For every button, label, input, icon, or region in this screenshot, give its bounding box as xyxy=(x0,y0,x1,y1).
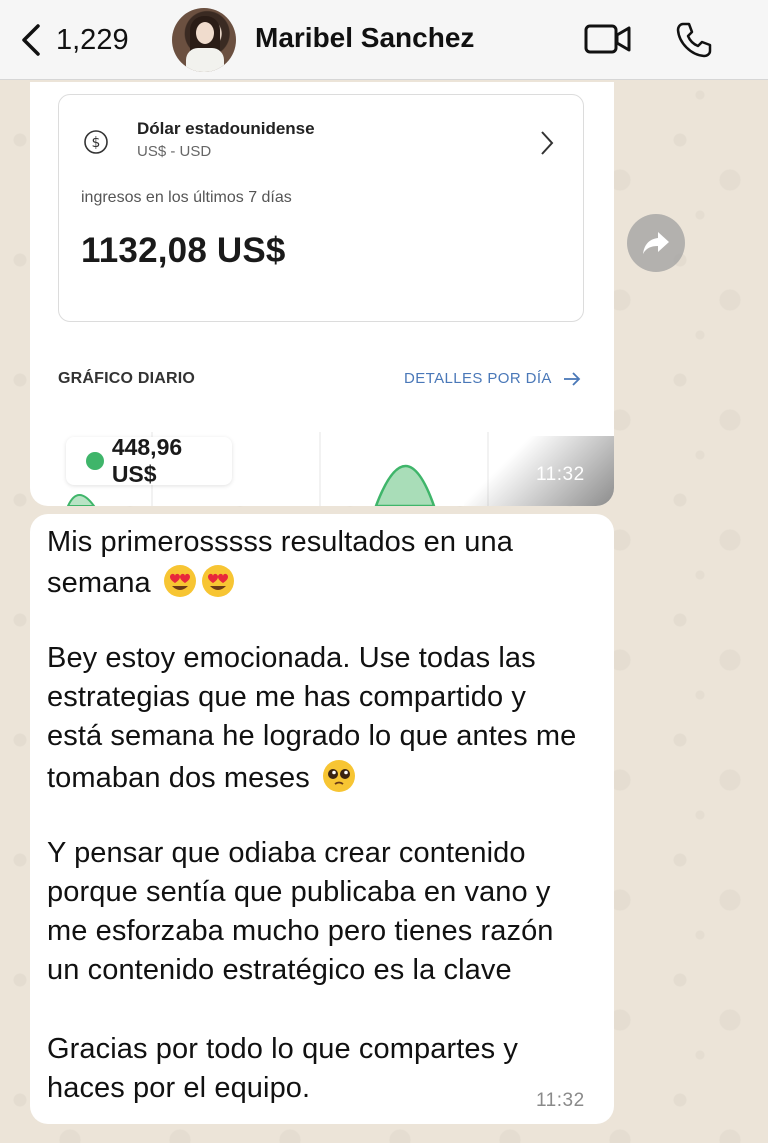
image-message[interactable]: $ Dólar estadounidense US$ - USD ingreso… xyxy=(30,82,614,506)
heart-eyes-emoji xyxy=(201,565,234,597)
tooltip-value: 448,96 US$ xyxy=(111,434,183,487)
message-line: tomaban dos meses xyxy=(47,762,310,794)
message-line: Mis primerosssss resultados en una xyxy=(47,526,513,558)
message-line-with-emoji: tomaban dos meses xyxy=(47,759,356,795)
message-line: estrategias que me has compartido y xyxy=(47,681,527,713)
avatar[interactable] xyxy=(172,8,236,72)
svg-text:$: $ xyxy=(92,135,101,151)
message-line-with-emoji: semana xyxy=(47,564,235,600)
forward-button[interactable] xyxy=(627,214,685,272)
income-value: 1132,08 US$ xyxy=(81,231,286,270)
currency-code: US$ - USD xyxy=(137,143,212,160)
details-link-label: DETALLES POR DÍA xyxy=(404,370,552,387)
income-label: ingresos en los últimos 7 días xyxy=(81,189,292,206)
chevron-left-icon xyxy=(22,24,40,56)
arrow-right-icon xyxy=(563,371,581,386)
heart-eyes-emoji xyxy=(163,565,196,597)
avatar-body xyxy=(186,48,224,72)
forward-icon xyxy=(643,232,669,254)
avatar-face xyxy=(196,22,214,44)
details-link[interactable]: DETALLES POR DÍA xyxy=(404,370,582,387)
message-line: Y pensar que odiaba crear contenido xyxy=(47,837,526,869)
currency-card: $ Dólar estadounidense US$ - USD ingreso… xyxy=(58,94,584,322)
chart-tooltip: 448,96 US$ xyxy=(66,434,232,487)
chevron-right-icon xyxy=(541,131,554,155)
message-line: Gracias por todo lo que compartes y xyxy=(47,1033,518,1065)
message-line: está semana he logrado lo que antes me xyxy=(47,720,577,752)
back-button[interactable]: 1,229 xyxy=(18,18,129,62)
message-line: Bey estoy emocionada. Use todas las xyxy=(47,642,536,674)
chat-header: 1,229 Maribel Sanchez xyxy=(0,0,768,80)
dollar-icon: $ xyxy=(84,130,108,154)
phone-icon[interactable] xyxy=(674,20,714,60)
image-timestamp: 11:32 xyxy=(536,464,585,485)
message-line: semana xyxy=(47,567,151,599)
message-timestamp: 11:32 xyxy=(536,1090,585,1111)
message-line: un contenido estratégico es la clave xyxy=(47,954,512,986)
chart-title: GRÁFICO DIARIO xyxy=(58,370,196,387)
series-dot xyxy=(86,452,104,470)
message-line: me esforzaba mucho pero tienes razón xyxy=(47,915,554,947)
video-call-icon[interactable] xyxy=(584,22,632,56)
chart-curve-peak xyxy=(374,464,436,506)
message-line: haces por el equipo. xyxy=(47,1072,311,1104)
pleading-face-emoji xyxy=(323,760,356,792)
contact-name[interactable]: Maribel Sanchez xyxy=(255,22,474,54)
unread-count: 1,229 xyxy=(56,23,129,56)
chart-curve-left xyxy=(66,494,96,506)
message-line: porque sentía que publicaba en vano y xyxy=(47,876,551,908)
text-message[interactable]: Mis primerosssss resultados en una seman… xyxy=(30,514,614,1124)
currency-name: Dólar estadounidense xyxy=(137,119,315,138)
